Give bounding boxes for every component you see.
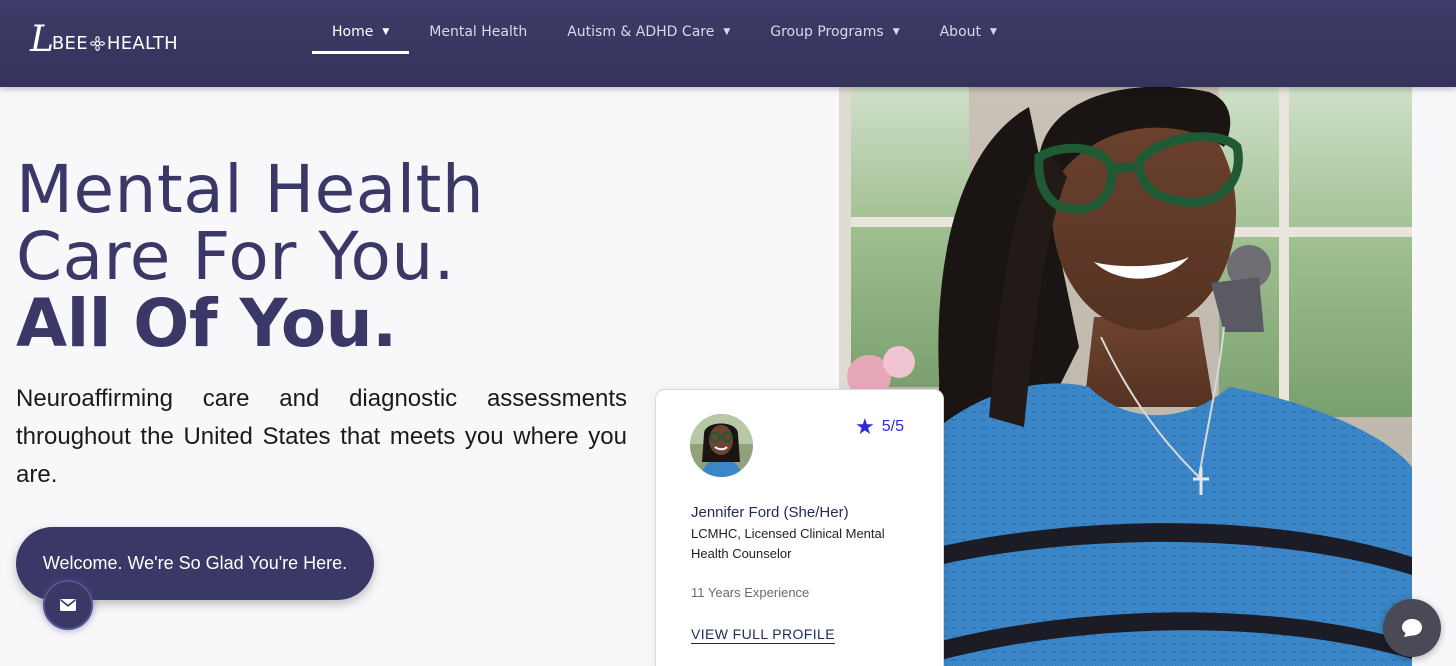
chevron-down-icon: ▼: [990, 27, 997, 37]
star-icon: ★: [855, 414, 875, 439]
provider-experience: 11 Years Experience: [691, 585, 810, 600]
envelope-icon: [60, 599, 76, 611]
nav-item-label: Home: [332, 24, 374, 40]
site-header: L BEE HEALTH Home ▼ Mental Health Autism…: [0, 0, 1456, 87]
site-logo[interactable]: L BEE HEALTH: [30, 20, 178, 60]
mail-button[interactable]: [43, 580, 93, 630]
provider-name: Jennifer Ford (She/Her): [691, 504, 849, 521]
avatar: [690, 414, 753, 477]
nav-item-label: Group Programs: [770, 24, 884, 40]
nav-item-autism-adhd-care[interactable]: Autism & ADHD Care ▼: [547, 0, 750, 64]
chevron-down-icon: ▼: [723, 27, 731, 37]
rating-value: 5/5: [881, 418, 904, 435]
chat-bubble-icon: [1402, 619, 1422, 637]
nav-item-home[interactable]: Home ▼: [312, 0, 410, 64]
nav-item-mental-health[interactable]: Mental Health: [409, 0, 547, 64]
provider-credentials: LCMHC, Licensed Clinical Mental Health C…: [691, 526, 885, 561]
headline-line-1: Mental Health: [16, 151, 485, 228]
flower-icon: [90, 35, 105, 51]
view-profile-link[interactable]: VIEW FULL PROFILE: [691, 626, 835, 642]
nav-item-label: Mental Health: [429, 24, 528, 40]
logo-word-right: HEALTH: [106, 32, 179, 54]
headline-line-3: All Of You.: [16, 285, 397, 362]
main-nav: Home ▼ Mental Health Autism & ADHD Care …: [312, 0, 1017, 64]
nav-item-label: Autism & ADHD Care: [567, 24, 715, 40]
rating: ★ 5/5: [855, 416, 904, 438]
nav-item-group-programs[interactable]: Group Programs ▼: [750, 0, 919, 64]
logo-script-letter: L: [30, 19, 54, 60]
nav-item-label: About: [939, 24, 982, 40]
logo-word-left: BEE: [51, 32, 88, 54]
hero-headline: Mental Health Care For You. All Of You.: [16, 156, 484, 357]
chevron-down-icon: ▼: [382, 27, 390, 37]
headline-line-2: Care For You.: [16, 218, 456, 295]
logo-wordmark: BEE HEALTH: [52, 33, 178, 54]
chat-button[interactable]: [1383, 599, 1441, 657]
hero-description: Neuroaffirming care and diagnostic asses…: [16, 385, 627, 488]
chevron-down-icon: ▼: [892, 27, 900, 37]
nav-item-about[interactable]: About ▼: [920, 0, 1017, 64]
provider-card: ★ 5/5 Jennifer Ford (She/Her) LCMHC, Lic…: [655, 389, 944, 666]
